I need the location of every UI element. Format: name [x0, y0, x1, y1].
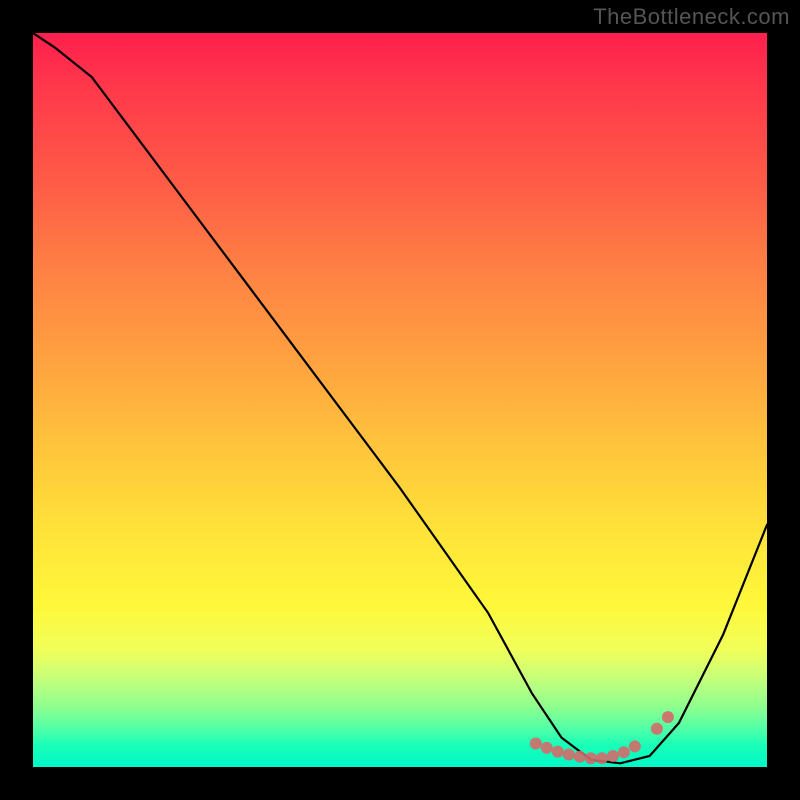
optimal-marker: [618, 746, 630, 758]
optimal-marker: [552, 746, 564, 758]
bottleneck-curve-line: [33, 33, 767, 763]
chart-frame: TheBottleneck.com: [0, 0, 800, 800]
optimal-marker: [662, 711, 674, 723]
watermark-text: TheBottleneck.com: [593, 4, 790, 30]
optimal-marker-group: [530, 711, 674, 764]
plot-area: [33, 33, 767, 767]
optimal-marker: [596, 752, 608, 764]
optimal-marker: [607, 750, 619, 762]
optimal-marker: [629, 740, 641, 752]
optimal-marker: [541, 742, 553, 754]
optimal-marker: [530, 738, 542, 750]
optimal-marker: [651, 723, 663, 735]
optimal-marker: [563, 749, 575, 761]
curve-layer: [33, 33, 767, 767]
optimal-marker: [574, 751, 586, 763]
optimal-marker: [585, 752, 597, 764]
